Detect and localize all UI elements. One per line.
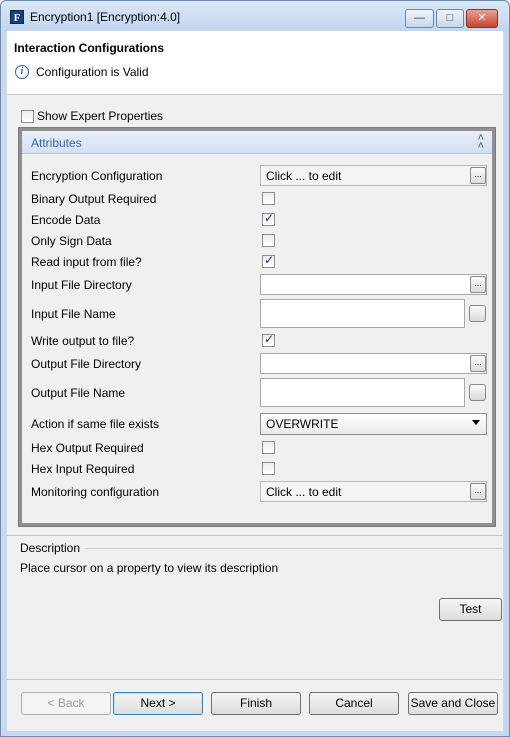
close-button[interactable]: ✕ <box>466 9 498 28</box>
write-output-to-file-label: Write output to file? <box>31 334 135 348</box>
binary-output-required-checkbox[interactable] <box>262 192 275 205</box>
hex-input-required-label: Hex Input Required <box>31 462 135 476</box>
read-input-from-file-checkbox[interactable] <box>262 253 275 268</box>
title-bar[interactable]: F Encryption1 [Encryption:4.0] — □ ✕ <box>1 1 509 31</box>
dialog-content: Interaction Configurations i Configurati… <box>7 31 503 731</box>
output-file-directory-browse-button[interactable]: ... <box>470 355 486 372</box>
action-if-same-file-exists-label: Action if same file exists <box>31 417 160 431</box>
only-sign-data-checkbox[interactable] <box>262 234 275 247</box>
monitoring-configuration-field[interactable]: Click ... to edit ... <box>260 481 487 502</box>
test-button[interactable]: Test <box>439 598 502 621</box>
read-input-from-file-label: Read input from file? <box>31 255 142 269</box>
window-title: Encryption1 [Encryption:4.0] <box>30 10 181 24</box>
encode-data-label: Encode Data <box>31 213 101 227</box>
save-and-close-button[interactable]: Save and Close <box>408 692 498 715</box>
write-output-to-file-checkbox[interactable] <box>262 332 275 347</box>
output-file-name-button[interactable] <box>469 384 486 401</box>
action-if-same-file-exists-select[interactable]: OVERWRITE <box>260 413 487 435</box>
output-file-directory-label: Output File Directory <box>31 357 142 371</box>
hex-output-required-label: Hex Output Required <box>31 441 144 455</box>
description-title: Description <box>20 541 84 555</box>
output-file-name-input[interactable] <box>260 378 465 407</box>
input-file-name-label: Input File Name <box>31 307 116 321</box>
encryption-configuration-field[interactable]: Click ... to edit ... <box>260 165 487 186</box>
show-expert-properties-checkbox[interactable] <box>21 110 34 123</box>
only-sign-data-label: Only Sign Data <box>31 234 112 248</box>
monitoring-configuration-label: Monitoring configuration <box>31 485 160 499</box>
back-button[interactable]: < Back <box>21 692 111 715</box>
output-file-directory-field[interactable]: ... <box>260 353 487 374</box>
input-file-name-input[interactable] <box>260 299 465 328</box>
input-file-name-button[interactable] <box>469 305 486 322</box>
encode-data-checkbox[interactable] <box>262 211 275 226</box>
input-file-directory-field[interactable]: ... <box>260 274 487 295</box>
minimize-button[interactable]: — <box>405 9 434 28</box>
encryption-configuration-value: Click ... to edit <box>266 169 342 183</box>
next-button[interactable]: Next > <box>113 692 203 715</box>
hex-output-required-checkbox[interactable] <box>262 441 275 454</box>
encryption-configuration-edit-button[interactable]: ... <box>470 167 486 184</box>
monitoring-configuration-value: Click ... to edit <box>266 485 342 499</box>
attributes-panel-body: Attributes ˄ ˄ Encryption Configuration C… <box>22 131 492 523</box>
description-section: Description Place cursor on a property t… <box>7 535 503 586</box>
finish-button[interactable]: Finish <box>211 692 301 715</box>
info-icon: i <box>15 65 29 79</box>
input-file-directory-browse-button[interactable]: ... <box>470 276 486 293</box>
attributes-panel: Attributes ˄ ˄ Encryption Configuration C… <box>18 127 496 527</box>
show-expert-properties-label: Show Expert Properties <box>37 109 164 123</box>
output-file-name-label: Output File Name <box>31 386 126 400</box>
description-divider <box>85 548 503 549</box>
hex-input-required-checkbox[interactable] <box>262 462 275 475</box>
chevron-down-icon <box>472 420 480 425</box>
cancel-button[interactable]: Cancel <box>309 692 399 715</box>
dialog-header: Interaction Configurations i Configurati… <box>7 31 503 95</box>
monitoring-configuration-edit-button[interactable]: ... <box>470 483 486 500</box>
binary-output-required-label: Binary Output Required <box>31 192 157 206</box>
description-text: Place cursor on a property to view its d… <box>20 561 279 575</box>
page-title: Interaction Configurations <box>14 41 164 55</box>
attributes-section-title: Attributes <box>31 136 82 150</box>
dialog-window: F Encryption1 [Encryption:4.0] — □ ✕ Int… <box>0 0 510 737</box>
collapse-icon[interactable]: ˄ ˄ <box>478 133 484 152</box>
input-file-directory-label: Input File Directory <box>31 278 132 292</box>
action-if-same-file-exists-value: OVERWRITE <box>266 417 339 431</box>
maximize-button[interactable]: □ <box>436 9 464 28</box>
encryption-configuration-label: Encryption Configuration <box>31 169 163 183</box>
attributes-section-header[interactable]: Attributes ˄ ˄ <box>22 131 492 154</box>
validation-status: Configuration is Valid <box>36 65 149 79</box>
button-bar-divider <box>7 679 503 680</box>
app-icon: F <box>10 10 24 24</box>
